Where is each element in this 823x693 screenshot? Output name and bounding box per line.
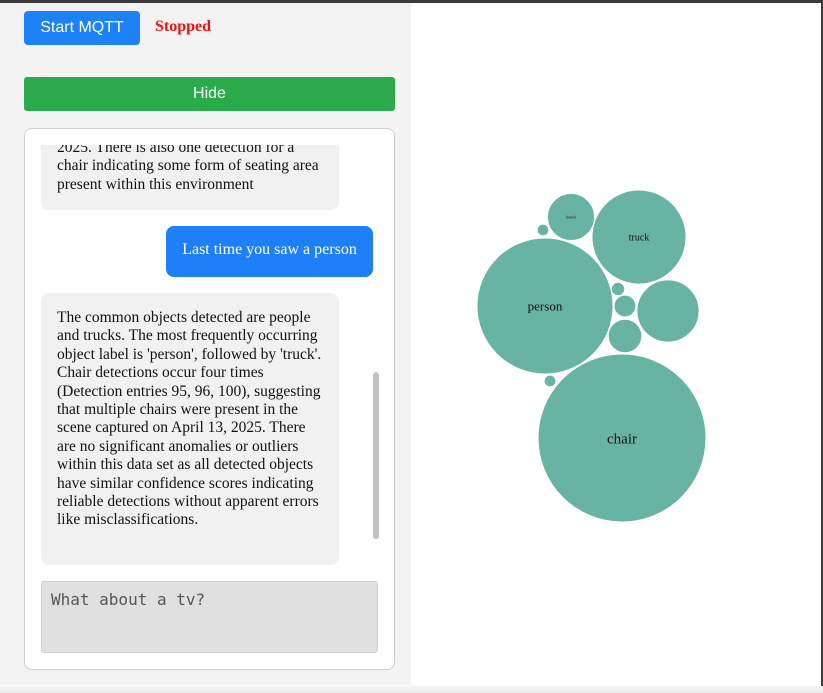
bubble-circle xyxy=(613,294,637,318)
control-panel: Start MQTT Stopped Hide 2025. There is a… xyxy=(0,3,411,685)
detection-bubble-chart: chair person truck bench xyxy=(476,189,707,523)
bubble-circle xyxy=(536,223,550,237)
bubble-label: chair xyxy=(607,431,637,447)
chat-scrollbar-thumb[interactable] xyxy=(373,372,379,539)
user-message: Last time you saw a person xyxy=(166,226,373,277)
bubble-circle xyxy=(607,318,643,354)
bubble-bench: bench xyxy=(546,192,596,242)
bubble xyxy=(607,318,643,354)
hide-button[interactable]: Hide xyxy=(24,77,395,111)
chat-messages[interactable]: 2025. There is also one detection for a … xyxy=(25,145,394,576)
bubble-label: truck xyxy=(629,233,650,244)
bubble-circle xyxy=(543,374,557,388)
chat-panel: 2025. There is also one detection for a … xyxy=(24,128,395,670)
chat-input[interactable] xyxy=(41,581,378,653)
bubble-circle xyxy=(610,281,626,297)
bubble xyxy=(636,279,700,343)
bubble-label: person xyxy=(528,299,563,314)
assistant-message: The common objects detected are people a… xyxy=(41,293,339,565)
bubble-person: person xyxy=(476,237,614,375)
bubble xyxy=(543,374,557,388)
window-bottom-edge xyxy=(0,686,823,693)
start-mqtt-button[interactable]: Start MQTT xyxy=(24,11,140,45)
bubble-chair: chair xyxy=(537,353,707,523)
assistant-message: 2025. There is also one detection for a … xyxy=(41,145,339,210)
bubble-circle xyxy=(636,279,700,343)
bubble xyxy=(613,294,637,318)
bubble-truck: truck xyxy=(591,189,687,285)
bubble xyxy=(610,281,626,297)
mqtt-status-label: Stopped xyxy=(155,18,212,35)
bubble xyxy=(536,223,550,237)
bubble-label: bench xyxy=(566,214,576,219)
